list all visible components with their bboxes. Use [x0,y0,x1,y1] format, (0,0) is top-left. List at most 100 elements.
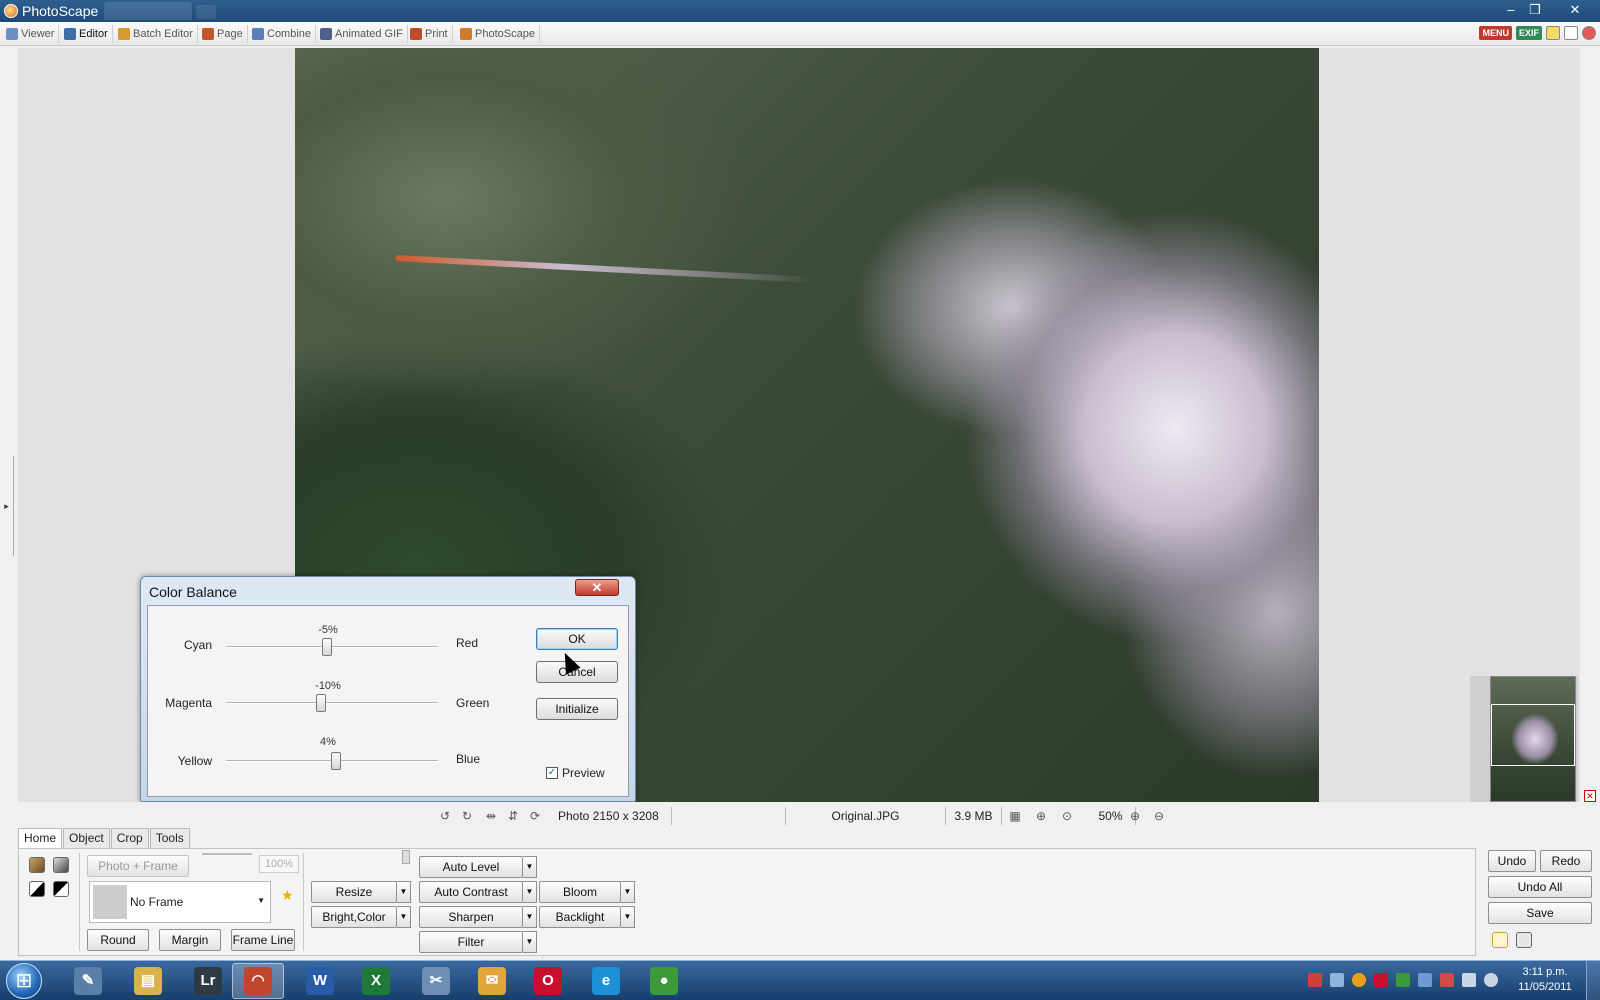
resize-dropdown-icon[interactable]: ▼ [397,881,411,903]
opacity-slider-thumb[interactable] [402,850,410,864]
zoom-out-icon[interactable]: ⊖ [1152,809,1166,823]
tray-icon[interactable] [1308,973,1322,987]
black-white-icon[interactable] [29,881,45,897]
backlight-dropdown-icon[interactable]: ▼ [621,906,635,928]
tab-tools[interactable]: Tools [149,828,190,848]
taskbar-app-lightroom[interactable]: Lr [182,963,234,999]
tray-icon[interactable] [1330,973,1344,987]
cyan-red-slider-thumb[interactable] [321,638,332,656]
menu-page[interactable]: Page [198,25,248,43]
save-button[interactable]: Save [1488,902,1592,924]
navigator-viewport[interactable] [1491,704,1575,766]
menu-combine[interactable]: Combine [248,25,317,43]
exif-badge-button[interactable]: EXIF [1515,26,1542,40]
tray-icon[interactable] [1440,973,1454,987]
tab-crop[interactable]: Crop [110,828,149,848]
bright-color-dropdown-icon[interactable]: ▼ [397,906,411,928]
taskbar-app-photoscape[interactable]: ◠ [232,963,284,999]
zoom-fit-icon[interactable]: ⊕ [1034,809,1048,823]
bloom-dropdown-icon[interactable]: ▼ [621,881,635,903]
flip-vertical-icon[interactable]: ⇵ [506,809,520,823]
transparency-grid-icon[interactable]: ▦ [1008,809,1022,823]
taskbar-app-excel[interactable]: X [350,963,402,999]
menu-print[interactable]: Print [406,25,453,43]
frame-line-button[interactable]: Frame Line [231,929,295,951]
backlight-button[interactable]: Backlight [539,906,621,928]
menu-badge-button[interactable]: MENU [1479,26,1512,40]
resize-button[interactable]: Resize [311,881,397,903]
bright-color-button[interactable]: Bright,Color [311,906,397,928]
auto-level-button[interactable]: Auto Level [419,856,523,878]
grayscale-icon[interactable] [53,857,69,873]
window-layout-icon[interactable] [1564,26,1578,40]
favorite-star-icon[interactable]: ★ [281,887,294,904]
tray-icon[interactable] [1352,973,1366,987]
show-desktop-button[interactable] [1586,961,1600,1000]
tab-object[interactable]: Object [63,828,110,848]
refresh-icon[interactable]: ⟳ [528,809,542,823]
preview-option[interactable]: ✓ Preview [546,766,605,780]
taskbar-app-file-explorer[interactable]: ▤ [122,963,174,999]
new-tab-button[interactable] [196,5,216,19]
zoom-actual-icon[interactable]: ⊙ [1060,809,1074,823]
auto-contrast-button[interactable]: Auto Contrast [419,881,523,903]
help-icon[interactable] [1582,26,1596,40]
sharpen-button[interactable]: Sharpen [419,906,523,928]
margin-button[interactable]: Margin [159,929,221,951]
taskbar-app-chrome[interactable]: ● [638,963,690,999]
menu-batch-editor[interactable]: Batch Editor [114,25,198,43]
title-tab[interactable] [104,2,192,20]
tray-icon[interactable] [1374,973,1388,987]
new-document-icon[interactable] [1492,932,1508,948]
auto-level-dropdown-icon[interactable]: ▼ [523,856,537,878]
frame-select[interactable]: No Frame ▼ [89,881,271,923]
panel-expand-arrow-icon[interactable]: ▸ [0,456,14,556]
taskbar-app-windows-explorer-tool[interactable]: ✎ [62,963,114,999]
tray-icon[interactable] [1396,973,1410,987]
photo-frame-button[interactable]: Photo + Frame [87,855,189,877]
taskbar-app-opera[interactable]: O [522,963,574,999]
navigator-close-icon[interactable]: ✕ [1584,790,1596,802]
opacity-slider[interactable] [202,850,410,864]
magenta-green-slider[interactable] [226,702,438,704]
rotate-left-icon[interactable]: ↺ [438,809,452,823]
initialize-button[interactable]: Initialize [536,698,618,720]
close-button[interactable]: ✕ [1564,1,1586,19]
tab-home[interactable]: Home [18,828,63,848]
menu-editor[interactable]: Editor [60,25,113,43]
preview-checkbox[interactable]: ✓ [546,767,558,779]
minimize-button[interactable]: – [1500,1,1522,19]
opacity-value[interactable]: 100% [259,855,299,873]
bloom-button[interactable]: Bloom [539,881,621,903]
menu-viewer[interactable]: Viewer [2,25,60,43]
ok-button[interactable]: OK [536,628,618,650]
sepia-icon[interactable] [29,857,45,873]
taskbar-app-utility[interactable]: ✂ [410,963,462,999]
filter-button[interactable]: Filter [419,931,523,953]
printer-icon[interactable] [1516,932,1532,948]
taskbar-app-outlook[interactable]: ✉ [466,963,518,999]
restore-button[interactable]: ❐ [1524,1,1546,19]
folder-icon[interactable] [1546,26,1560,40]
tray-icon[interactable] [1418,973,1432,987]
rotate-right-icon[interactable]: ↻ [460,809,474,823]
dialog-close-button[interactable]: ✕ [575,579,619,596]
menu-photoscape[interactable]: PhotoScape [456,25,540,43]
undo-all-button[interactable]: Undo All [1488,876,1592,898]
zoom-in-icon[interactable]: ⊕ [1128,809,1142,823]
round-button[interactable]: Round [87,929,149,951]
network-icon[interactable] [1462,973,1476,987]
system-clock[interactable]: 3:11 p.m. 11/05/2011 [1510,965,1580,995]
taskbar-app-internet-explorer[interactable]: e [580,963,632,999]
volume-icon[interactable] [1484,973,1498,987]
menu-animated-gif[interactable]: Animated GIF [316,25,408,43]
cyan-red-slider[interactable] [226,646,438,648]
filter-dropdown-icon[interactable]: ▼ [523,931,537,953]
magenta-green-slider-thumb[interactable] [316,694,327,712]
sharpen-dropdown-icon[interactable]: ▼ [523,906,537,928]
auto-contrast-dropdown-icon[interactable]: ▼ [523,881,537,903]
start-button[interactable]: ⊞ [6,963,42,999]
undo-button[interactable]: Undo [1488,850,1536,872]
taskbar-app-word[interactable]: W [294,963,346,999]
negative-icon[interactable] [53,881,69,897]
